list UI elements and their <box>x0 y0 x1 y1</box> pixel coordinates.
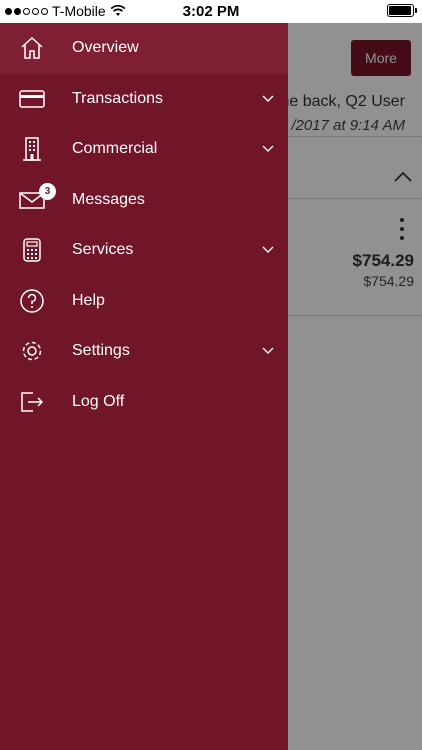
menu-label: Log Off <box>72 392 125 410</box>
unread-count-badge: 3 <box>39 182 56 200</box>
menu-item-transactions[interactable]: Transactions <box>0 74 288 125</box>
card-icon <box>18 85 46 113</box>
logout-icon <box>18 388 46 416</box>
navigation-drawer: Overview Transactions Commercial 3 Messa… <box>0 23 288 750</box>
menu-label: Commercial <box>72 140 158 158</box>
building-icon <box>18 135 46 163</box>
menu-item-commercial[interactable]: Commercial <box>0 124 288 175</box>
home-icon <box>18 34 46 62</box>
menu-item-help[interactable]: Help <box>0 276 288 327</box>
menu-item-messages[interactable]: 3 Messages <box>0 175 288 226</box>
menu-item-services[interactable]: Services <box>0 225 288 276</box>
status-time: 3:02 PM <box>182 3 240 20</box>
calculator-icon <box>18 236 46 264</box>
chevron-down-icon[interactable] <box>262 246 274 254</box>
menu-label: Settings <box>72 342 130 360</box>
chevron-down-icon[interactable] <box>262 347 274 355</box>
menu-label: Help <box>72 291 105 309</box>
help-icon <box>18 287 46 315</box>
menu-item-settings[interactable]: Settings <box>0 326 288 377</box>
menu-label: Overview <box>72 39 139 57</box>
chevron-down-icon[interactable] <box>262 145 274 153</box>
chevron-down-icon[interactable] <box>262 95 274 103</box>
battery-icon <box>387 4 417 17</box>
menu-label: Services <box>72 241 134 259</box>
menu-label: Transactions <box>72 89 163 107</box>
gear-icon <box>18 337 46 365</box>
menu-item-log-off[interactable]: Log Off <box>0 377 288 428</box>
status-bar: T-Mobile 3:02 PM <box>0 0 422 23</box>
menu-label: Messages <box>72 190 145 208</box>
menu-item-overview[interactable]: Overview <box>0 23 288 74</box>
